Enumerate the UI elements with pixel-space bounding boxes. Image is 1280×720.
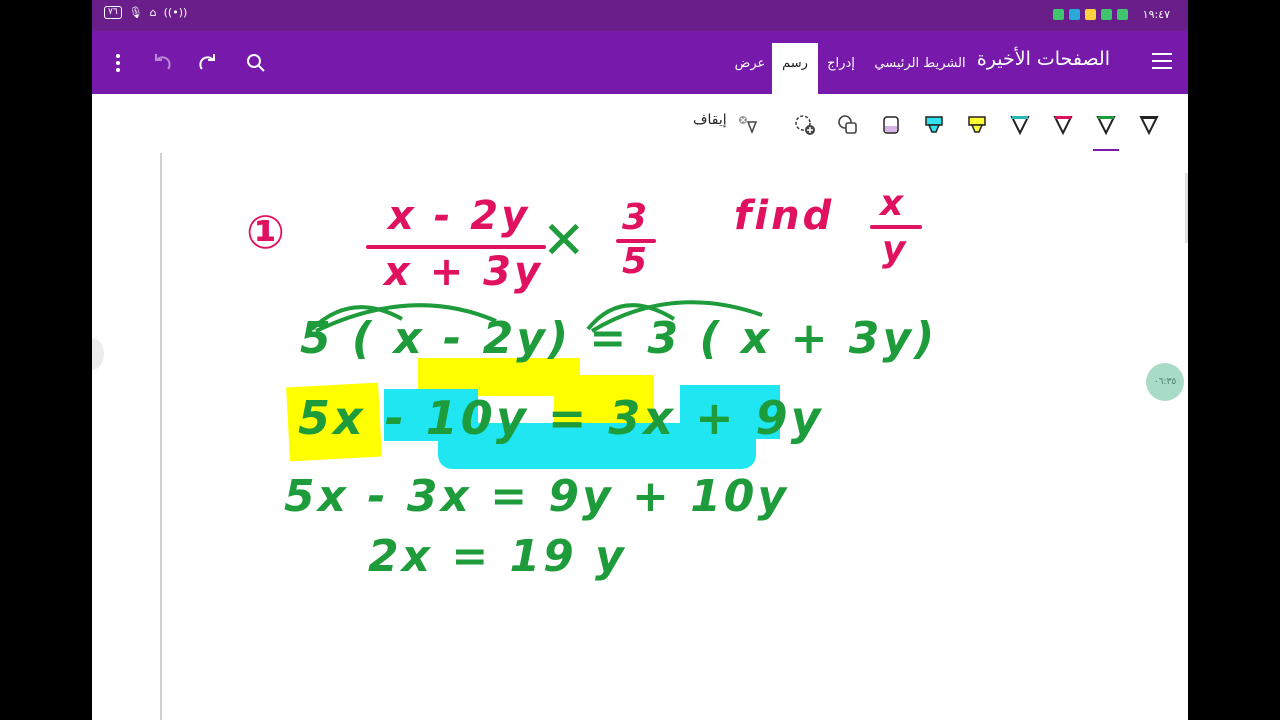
hamburger-icon[interactable] — [1152, 53, 1172, 74]
pen-pink-icon[interactable] — [1046, 108, 1080, 142]
more-options-icon[interactable] — [104, 49, 132, 77]
status-bar: ٧٦ 🎙 ⌂ ((•)) ١٩:٤٧ — [92, 0, 1188, 31]
highlighter-cyan-icon[interactable] — [917, 108, 951, 142]
undo-icon[interactable] — [148, 49, 176, 77]
rhs-denominator: 5 — [622, 241, 651, 282]
find-text: find — [734, 193, 835, 239]
cast-icon: ⌂ — [149, 6, 157, 19]
equation-line-2: 5x - 10y = 3x + 9y — [298, 391, 824, 445]
find-denominator: y — [882, 229, 909, 270]
equation-line-4: 2x = 19 y — [368, 531, 627, 582]
draw-ribbon: إيقاف — [92, 94, 1188, 154]
app-notification-icon — [1085, 9, 1096, 20]
stop-label[interactable]: إيقاف — [693, 112, 727, 128]
page-handle[interactable] — [92, 338, 104, 370]
pen-black-icon[interactable] — [1132, 108, 1166, 142]
battery-icon: ٧٦ — [104, 6, 122, 19]
lasso-add-icon[interactable] — [788, 108, 822, 142]
search-icon[interactable] — [242, 49, 270, 77]
app-notification-icon — [1117, 9, 1128, 20]
cross-multiply-mark: ✕ — [542, 211, 589, 271]
note-canvas[interactable]: ٠٦:٣٥ ① x - 2y x + 3y ✕ 3 5 find x y 5 (… — [92, 153, 1188, 720]
mic-icon: 🎙 — [128, 6, 143, 19]
app-notification-icon — [1069, 9, 1080, 20]
stop-pen-icon[interactable] — [730, 108, 764, 142]
page-margin-line — [160, 153, 162, 720]
page-title[interactable]: الصفحات الأخيرة — [977, 48, 1110, 70]
highlighter-yellow-icon[interactable] — [960, 108, 994, 142]
app-notification-icon — [1101, 9, 1112, 20]
fraction-numerator: x - 2y — [388, 193, 531, 239]
tab-view[interactable]: عرض — [730, 43, 770, 94]
app-notification-icon — [1053, 9, 1064, 20]
equation-line-3: 5x - 3x = 9y + 10y — [284, 471, 790, 522]
redo-icon[interactable] — [194, 49, 222, 77]
scrollbar[interactable] — [1185, 173, 1188, 243]
equation-line-1: 5 ( x - 2y) = 3 ( x + 3y) — [300, 313, 938, 364]
status-icons: ٧٦ 🎙 ⌂ ((•)) — [104, 6, 187, 19]
shapes-icon[interactable] — [831, 108, 865, 142]
timestamp-bubble[interactable]: ٠٦:٣٥ — [1146, 363, 1184, 401]
signal-icon: ((•)) — [163, 6, 188, 19]
notification-icons — [1053, 9, 1128, 20]
highlighter-purple-icon[interactable] — [874, 108, 908, 142]
clock: ١٩:٤٧ — [1142, 8, 1170, 21]
pen-teal-icon[interactable] — [1003, 108, 1037, 142]
tab-draw[interactable]: رسم — [772, 43, 818, 94]
problem-number: ① — [246, 205, 288, 259]
find-numerator: x — [880, 183, 907, 224]
app-bar: الصفحات الأخيرة الشريط الرئيسي إدراج رسم… — [92, 31, 1188, 94]
rhs-numerator: 3 — [622, 197, 651, 238]
tab-insert[interactable]: إدراج — [818, 43, 864, 94]
pen-green-icon[interactable] — [1089, 108, 1123, 151]
tab-home[interactable]: الشريط الرئيسي — [874, 43, 966, 94]
